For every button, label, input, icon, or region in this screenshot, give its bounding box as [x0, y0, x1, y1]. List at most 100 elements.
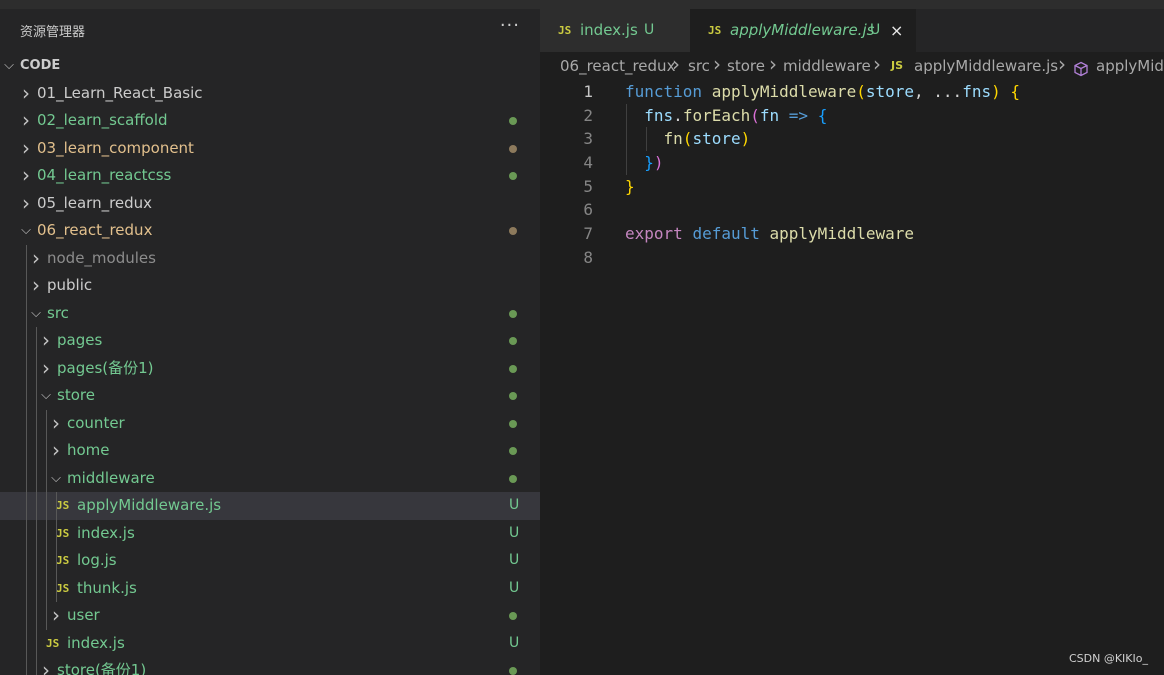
- js-file-icon: JS: [891, 59, 904, 72]
- git-untracked-badge: U: [509, 634, 520, 651]
- chevron-right-icon: ›: [22, 190, 30, 215]
- tree-item-label: thunk.js: [77, 578, 137, 597]
- code-line[interactable]: 2 fns.forEach(fn => {: [540, 104, 1164, 128]
- code-token: ): [740, 129, 751, 149]
- editor-tab-bar: JS index.js U JS applyMiddleware.js U ×: [540, 9, 1164, 52]
- cube-icon: [1073, 58, 1089, 77]
- tree-root-code[interactable]: ⌵ CODE: [0, 52, 540, 80]
- tree-folder[interactable]: ⌵ middleware: [0, 465, 540, 493]
- indent-guide: [626, 103, 627, 175]
- close-icon[interactable]: ×: [890, 9, 903, 52]
- code-token: default: [692, 224, 760, 244]
- breadcrumb-item[interactable]: middleware: [783, 52, 871, 80]
- ellipsis-icon[interactable]: ···: [500, 15, 520, 36]
- tree-folder[interactable]: › 02_learn_scaffold: [0, 107, 540, 135]
- js-file-icon: JS: [558, 24, 572, 37]
- code-text: fn(store): [625, 127, 751, 151]
- tree-folder[interactable]: › counter: [0, 410, 540, 438]
- tree-folder[interactable]: › node_modules: [0, 245, 540, 273]
- code-line[interactable]: 7 export default applyMiddleware: [540, 222, 1164, 246]
- tree-folder[interactable]: › 05_learn_redux: [0, 190, 540, 218]
- tree-item-label: user: [67, 606, 100, 624]
- chevron-right-icon: ›: [672, 52, 680, 76]
- breadcrumb-item[interactable]: src: [688, 52, 710, 80]
- tree-folder[interactable]: › pages: [0, 327, 540, 355]
- code-text: fns.forEach(fn => {: [625, 104, 827, 128]
- code-line[interactable]: 6: [540, 198, 1164, 222]
- code-line[interactable]: 4 }): [540, 151, 1164, 175]
- tree-file[interactable]: JS log.js U: [0, 547, 540, 575]
- line-number: 7: [583, 224, 593, 244]
- git-untracked-badge: U: [509, 524, 520, 541]
- line-number: 2: [583, 105, 593, 125]
- line-number: 8: [583, 247, 593, 267]
- tree-folder[interactable]: › 01_Learn_React_Basic: [0, 80, 540, 108]
- tree-folder[interactable]: › store(备份1): [0, 657, 540, 675]
- indent-guide: [36, 327, 37, 675]
- js-file-icon: JS: [56, 499, 70, 512]
- tab-apply-middleware[interactable]: JS applyMiddleware.js U ×: [690, 9, 916, 52]
- js-file-icon: JS: [56, 526, 70, 540]
- tree-item-label: store(备份1): [57, 661, 147, 675]
- tree-file[interactable]: JS applyMiddleware.js U: [0, 492, 540, 520]
- indent-guide: [56, 492, 57, 602]
- chevron-down-icon: ⌵: [41, 388, 51, 403]
- tree-item-label: pages: [57, 331, 103, 349]
- tree-folder[interactable]: › 04_learn_reactcss: [0, 162, 540, 190]
- git-status-dot: [509, 364, 517, 373]
- js-file-icon: JS: [46, 636, 60, 650]
- code-token: ...: [933, 82, 963, 101]
- chevron-down-icon: ⌵: [21, 223, 31, 238]
- tree-item-label: applyMiddleware.js: [77, 496, 222, 514]
- code-line[interactable]: 3 fn(store): [540, 127, 1164, 151]
- git-untracked-badge: U: [870, 22, 881, 38]
- code-token: fn: [759, 105, 780, 125]
- code-editor[interactable]: 1 function applyMiddleware(store, ...fns)…: [540, 80, 1164, 675]
- tree-folder[interactable]: › 03_learn_component: [0, 135, 540, 163]
- chevron-down-icon: ⌵: [4, 58, 14, 73]
- tab-index-js[interactable]: JS index.js U: [540, 9, 690, 52]
- chevron-right-icon: ›: [42, 355, 50, 380]
- git-status-dot: [509, 309, 517, 318]
- breadcrumb-item[interactable]: 06_react_redux: [560, 52, 675, 80]
- code-text: export default applyMiddleware: [625, 222, 914, 246]
- code-line[interactable]: 5}: [540, 175, 1164, 199]
- tree-file[interactable]: JS index.js U: [0, 520, 540, 548]
- breadcrumb-file[interactable]: applyMiddleware.js: [914, 52, 1058, 80]
- code-line[interactable]: 1 function applyMiddleware(store, ...fns)…: [540, 80, 1164, 104]
- tree-item-label: 04_learn_reactcss: [37, 166, 172, 184]
- git-status-dot: [509, 419, 517, 428]
- code-token: function: [625, 82, 703, 101]
- explorer-title: 资源管理器: [20, 25, 86, 40]
- tree-item-label: log.js: [77, 551, 117, 569]
- tree-item-label: node_modules: [47, 248, 156, 267]
- tree-folder[interactable]: › pages(备份1): [0, 355, 540, 383]
- tree-file[interactable]: JS thunk.js U: [0, 575, 540, 603]
- tree-file[interactable]: JS index.js U: [0, 630, 540, 658]
- tree-folder[interactable]: › home: [0, 437, 540, 465]
- chevron-right-icon: ›: [1058, 52, 1066, 76]
- code-token: applyMiddleware: [769, 224, 915, 244]
- git-untracked-badge: U: [509, 497, 520, 513]
- chevron-right-icon: ›: [22, 135, 30, 160]
- chevron-down-icon: ⌵: [51, 470, 61, 486]
- git-status-dot: [509, 392, 517, 400]
- breadcrumb-symbol[interactable]: applyMiddleware: [1096, 52, 1164, 80]
- tab-label: index.js: [580, 21, 638, 39]
- code-token: (: [750, 105, 760, 125]
- js-file-icon: JS: [56, 554, 70, 567]
- breadcrumb-item[interactable]: store: [727, 52, 765, 80]
- tree-folder[interactable]: › user: [0, 602, 540, 630]
- tree-folder[interactable]: ⌵ src: [0, 300, 540, 328]
- tree-folder[interactable]: ⌵ 06_react_redux: [0, 217, 540, 245]
- git-status-dot: [509, 172, 517, 180]
- tree-item-label: 05_learn_redux: [37, 193, 153, 212]
- code-line[interactable]: 8: [540, 246, 1164, 270]
- tree-folder[interactable]: › public: [0, 272, 540, 300]
- file-tree: ⌵ CODE › 01_Learn_React_Basic › 02_learn_scaf…: [0, 52, 540, 675]
- code-token: fns: [644, 105, 674, 125]
- tree-item-label: index.js: [77, 523, 135, 542]
- tree-folder[interactable]: ⌵ store: [0, 382, 540, 410]
